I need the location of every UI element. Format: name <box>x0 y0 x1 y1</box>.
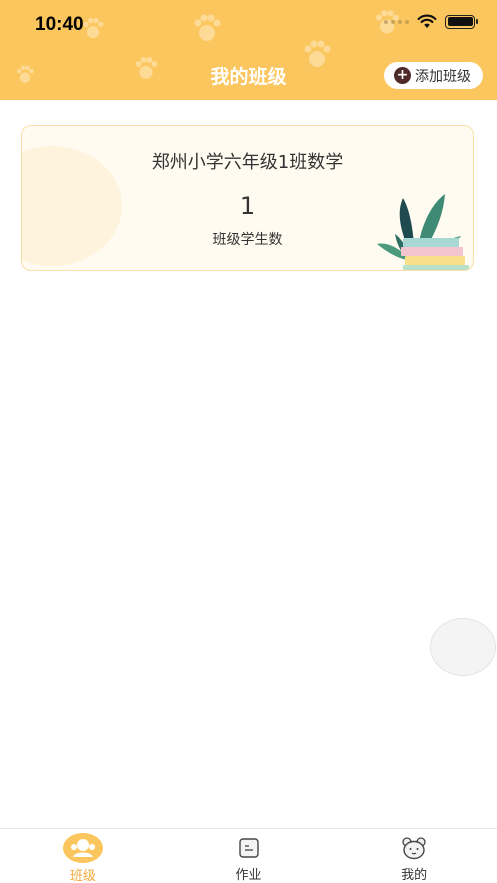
add-class-label: 添加班级 <box>415 68 471 85</box>
tab-homework-label: 作业 <box>235 868 262 883</box>
class-icon <box>62 833 103 863</box>
paw-decoration-icon <box>83 17 104 39</box>
profile-icon <box>402 836 426 859</box>
paw-decoration-icon <box>194 14 221 41</box>
tab-profile[interactable]: 我的 <box>331 829 497 883</box>
status-icons <box>384 14 478 29</box>
tab-homework[interactable]: 作业 <box>166 829 332 883</box>
class-name: 郑州小学六年级1班数学 <box>151 152 344 173</box>
header-bar: 10:40 我的班级 + 添加班级 <box>0 0 497 100</box>
battery-icon <box>445 14 478 29</box>
floating-assist-button[interactable] <box>430 618 496 676</box>
class-card[interactable]: 郑州小学六年级1班数学 1 班级学生数 <box>21 125 474 271</box>
homework-icon <box>238 837 259 858</box>
plant-books-illustration <box>377 194 469 270</box>
tab-class-label: 班级 <box>69 869 96 883</box>
tab-class[interactable]: 班级 <box>0 829 166 883</box>
app-screen: 10:40 我的班级 + 添加班级 郑州小学六年级1班数学 1 班级学生数 班级… <box>0 0 497 883</box>
plus-icon: + <box>394 67 411 84</box>
signal-dots-icon <box>384 19 409 24</box>
add-class-button[interactable]: + 添加班级 <box>384 62 483 89</box>
status-time: 10:40 <box>35 14 84 35</box>
bottom-tab-bar: 班级 作业 我的 <box>0 828 497 883</box>
tab-profile-label: 我的 <box>401 868 428 883</box>
wifi-icon <box>417 14 437 28</box>
